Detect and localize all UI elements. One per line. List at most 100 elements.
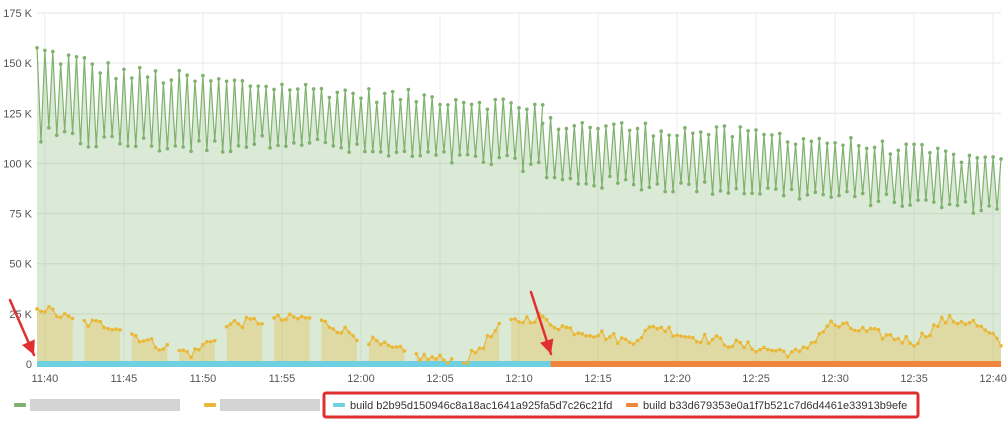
green-series-point bbox=[149, 144, 154, 148]
green-series-point bbox=[422, 93, 426, 97]
yellow-series-point bbox=[758, 347, 762, 352]
green-series-point bbox=[62, 129, 67, 134]
yellow-series-point bbox=[643, 328, 648, 333]
green-series-point bbox=[963, 199, 968, 204]
yellow-series-point bbox=[355, 338, 359, 343]
green-series-point bbox=[220, 150, 225, 154]
green-series-point bbox=[252, 142, 257, 146]
green-series-point bbox=[706, 132, 711, 137]
yellow-series-point bbox=[497, 321, 502, 326]
yellow-series-point bbox=[552, 325, 557, 330]
yellow-series-point bbox=[280, 318, 284, 323]
x-tick-label: 12:35 bbox=[900, 373, 928, 385]
yellow-series-point bbox=[691, 335, 695, 340]
green-series-point bbox=[118, 141, 122, 146]
yellow-series-point bbox=[710, 337, 715, 342]
green-series-point bbox=[671, 189, 675, 194]
green-series-point bbox=[924, 198, 928, 202]
green-series-point bbox=[78, 141, 83, 146]
x-tick-label: 12:25 bbox=[742, 373, 770, 385]
yellow-series-point bbox=[920, 331, 924, 336]
yellow-series-point bbox=[481, 346, 486, 351]
green-series-point bbox=[280, 82, 284, 87]
green-series-point bbox=[560, 177, 565, 182]
green-series-point bbox=[331, 144, 336, 148]
yellow-series-point bbox=[813, 340, 818, 344]
yellow-series-point bbox=[130, 332, 134, 336]
yellow-series-point bbox=[228, 322, 233, 326]
yellow-series-point bbox=[181, 348, 185, 352]
green-series-point bbox=[781, 193, 786, 198]
green-series-point bbox=[157, 148, 162, 153]
yellow-series-point bbox=[560, 324, 565, 328]
yellow-series-point bbox=[39, 309, 43, 314]
green-series-point bbox=[35, 45, 39, 50]
green-series-point bbox=[770, 133, 774, 137]
yellow-series-point bbox=[284, 317, 288, 322]
green-series-point bbox=[102, 135, 106, 139]
yellow-series-point bbox=[426, 357, 430, 362]
green-series-point bbox=[224, 79, 229, 84]
yellow-series-point bbox=[639, 335, 644, 340]
yellow-series-point bbox=[829, 319, 833, 324]
yellow-series-area bbox=[274, 314, 310, 364]
green-series-point bbox=[521, 169, 525, 174]
green-series-point bbox=[295, 87, 300, 91]
green-series-point bbox=[576, 182, 581, 186]
green-series-point bbox=[292, 141, 296, 145]
yellow-series-point bbox=[841, 321, 845, 326]
yellow-series-point bbox=[47, 304, 51, 309]
yellow-series-point bbox=[999, 343, 1003, 348]
green-series-point bbox=[378, 150, 383, 154]
yellow-series-point bbox=[133, 333, 138, 338]
yellow-series-point bbox=[793, 347, 798, 352]
green-series-point bbox=[347, 150, 351, 154]
green-series-point bbox=[655, 182, 660, 186]
yellow-series-point bbox=[612, 331, 616, 336]
yellow-series-point bbox=[533, 320, 537, 325]
green-series-point bbox=[714, 125, 719, 129]
green-series-point bbox=[999, 157, 1003, 161]
green-series-point bbox=[39, 140, 43, 144]
green-series-point bbox=[307, 141, 312, 145]
yellow-series-point bbox=[584, 334, 588, 338]
yellow-series-point bbox=[422, 352, 426, 357]
green-series-point bbox=[584, 181, 588, 186]
green-series-point bbox=[335, 90, 340, 95]
yellow-series-point bbox=[959, 320, 964, 324]
green-series-point bbox=[153, 69, 158, 73]
yellow-series-point bbox=[260, 321, 264, 326]
green-series-point bbox=[734, 186, 739, 191]
yellow-series-point bbox=[872, 326, 877, 331]
yellow-series-point bbox=[564, 325, 569, 330]
yellow-series-point bbox=[801, 345, 806, 349]
green-series-point bbox=[659, 129, 664, 133]
yellow-series-point bbox=[619, 336, 624, 340]
yellow-series-point bbox=[837, 325, 841, 329]
yellow-series-point bbox=[224, 324, 229, 329]
y-tick-label: 75 K bbox=[9, 209, 32, 221]
yellow-series-point bbox=[509, 317, 513, 322]
yellow-series-point bbox=[118, 328, 122, 332]
yellow-series-point bbox=[659, 325, 664, 330]
yellow-series-point bbox=[623, 337, 628, 342]
green-series-point bbox=[552, 175, 557, 180]
yellow-series-point bbox=[240, 325, 245, 330]
green-series-point bbox=[904, 142, 908, 147]
yellow-series-point bbox=[880, 337, 885, 341]
yellow-series-point bbox=[588, 333, 592, 338]
yellow-series-point bbox=[51, 307, 55, 312]
yellow-series-point bbox=[868, 326, 873, 331]
yellow-series-point bbox=[750, 347, 754, 351]
yellow-series-point bbox=[983, 328, 987, 332]
yellow-series-point bbox=[864, 329, 869, 333]
green-series-point bbox=[663, 189, 667, 194]
yellow-series-point bbox=[821, 330, 826, 334]
yellow-series-point bbox=[477, 346, 482, 351]
green-series-point bbox=[74, 54, 79, 59]
yellow-series-point bbox=[252, 316, 257, 321]
green-series-point bbox=[809, 139, 814, 144]
yellow-series-point bbox=[833, 323, 837, 328]
green-series-point bbox=[434, 153, 438, 157]
yellow-series-point bbox=[797, 349, 802, 354]
